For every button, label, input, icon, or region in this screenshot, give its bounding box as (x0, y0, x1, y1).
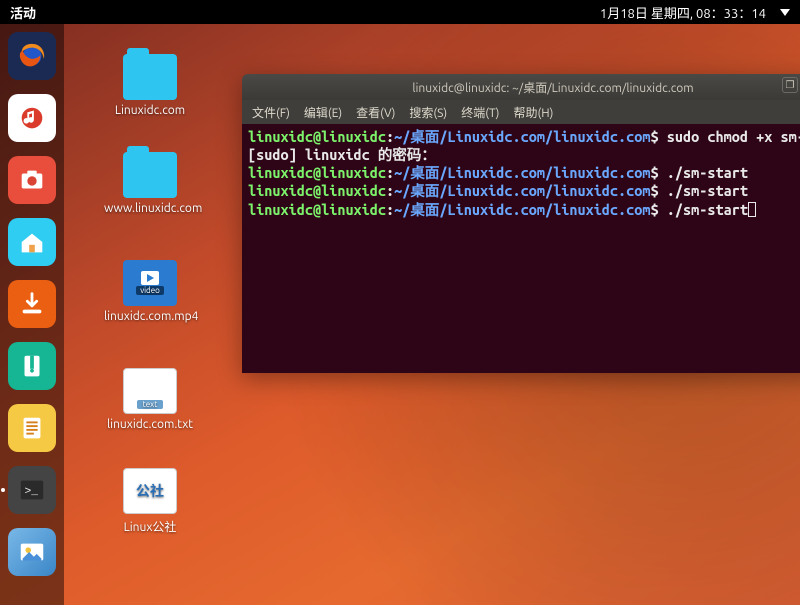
menu-search[interactable]: 搜索(S) (409, 104, 447, 121)
top-bar: 活动 1月18日 星期四, 08：33：14 (0, 0, 800, 24)
svg-text:>_: >_ (25, 486, 39, 498)
dock-files-icon[interactable] (8, 218, 56, 266)
desktop-icon-label: Linuxidc.com (104, 104, 196, 117)
menu-edit[interactable]: 编辑(E) (304, 104, 342, 121)
image-file-icon: 公社 (123, 468, 177, 514)
desktop-icon-label: linuxidc.com.txt (104, 418, 196, 431)
window-new-icon[interactable]: ❐ (782, 77, 798, 93)
video-icon: video (123, 260, 177, 306)
dock-downloads-icon[interactable] (8, 280, 56, 328)
dock-music-icon[interactable] (8, 94, 56, 142)
dock-photos-icon[interactable] (8, 528, 56, 576)
desktop-icon-video[interactable]: video linuxidc.com.mp4 (104, 260, 196, 323)
dock-firefox-icon[interactable] (8, 32, 56, 80)
desktop-icon-txt[interactable]: text linuxidc.com.txt (104, 368, 196, 431)
dock: >_ (0, 24, 64, 605)
desktop-icon-image[interactable]: 公社 Linux公社 (104, 468, 196, 535)
desktop-icon-folder[interactable]: Linuxidc.com (104, 54, 196, 117)
text-file-icon: text (123, 368, 177, 414)
clock-text: 1月18日 星期四, 08：33：14 (600, 3, 766, 22)
system-menu-icon[interactable] (780, 9, 790, 16)
desktop-icon-label: linuxidc.com.mp4 (104, 310, 196, 323)
desktop-icon-folder[interactable]: www.linuxidc.com (104, 152, 196, 215)
desktop-icon-label: Linux公社 (104, 518, 196, 535)
terminal-body[interactable]: linuxidc@linuxidc:~/桌面/Linuxidc.com/linu… (242, 124, 800, 373)
folder-icon (123, 152, 177, 198)
dock-archive-icon[interactable] (8, 342, 56, 390)
menu-help[interactable]: 帮助(H) (513, 104, 553, 121)
terminal-window[interactable]: linuxidc@linuxidc: ~/桌面/Linuxidc.com/lin… (242, 74, 800, 373)
terminal-title-text: linuxidc@linuxidc: ~/桌面/Linuxidc.com/lin… (412, 79, 693, 96)
dock-camera-icon[interactable] (8, 156, 56, 204)
terminal-menubar: 文件(F) 编辑(E) 查看(V) 搜索(S) 终端(T) 帮助(H) (242, 100, 800, 124)
menu-view[interactable]: 查看(V) (356, 104, 395, 121)
activities-button[interactable]: 活动 (10, 3, 36, 22)
desktop-icon-label: www.linuxidc.com (104, 202, 196, 215)
folder-icon (123, 54, 177, 100)
menu-file[interactable]: 文件(F) (252, 104, 290, 121)
dock-terminal-icon[interactable]: >_ (8, 466, 56, 514)
dock-notes-icon[interactable] (8, 404, 56, 452)
terminal-titlebar[interactable]: linuxidc@linuxidc: ~/桌面/Linuxidc.com/lin… (242, 74, 800, 100)
menu-terminal[interactable]: 终端(T) (461, 104, 499, 121)
desktop[interactable]: Linuxidc.com www.linuxidc.com video linu… (64, 24, 800, 605)
